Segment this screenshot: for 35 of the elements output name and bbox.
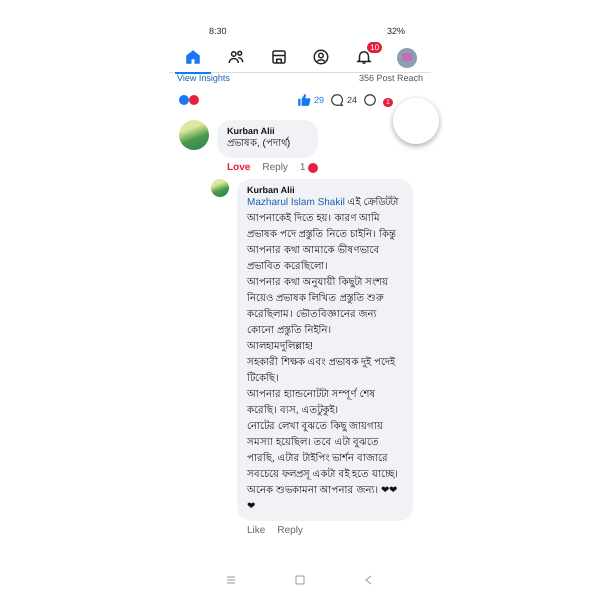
- like-icon[interactable]: [296, 93, 311, 107]
- comment-text: প্রভাষক, (পদার্থ): [227, 136, 292, 151]
- post-reach: 356 Post Reach: [358, 73, 423, 84]
- profile-icon: [312, 48, 330, 66]
- comment-icon[interactable]: [330, 93, 344, 107]
- comment-action[interactable]: Like: [247, 525, 266, 536]
- comment-action[interactable]: Love: [227, 162, 250, 173]
- reactions-icon: [179, 95, 201, 105]
- view-insights-link[interactable]: View Insights: [177, 73, 230, 84]
- friends-icon: [226, 48, 245, 66]
- home-icon: [184, 48, 202, 66]
- comment-author: Kurban Alii: [227, 126, 276, 136]
- comment-text: Mazharul Islam Shakil এই ক্রেডিটটা আপনাকেই দিতে হয়। কারণ আমি প্রভাষক পদে প্রস্তুতি নিতে চাইনি। কিন্তু আপনার কথা আমাকে ভীষণভাবে প্রভাবিত করেছিলো।: [247, 195, 400, 274]
- battery-level: 32%: [386, 26, 405, 38]
- comment-author: Kurban Alii: [247, 185, 296, 195]
- reaction-count: 1: [300, 162, 306, 173]
- comment-count: 24: [346, 95, 357, 105]
- comment-text: আপনার কথা অনুযায়ী কিছুটা সংশয় নিয়েও প্রভাষক লিখিত প্রস্তুতি শুরু করেছিলাম। ভৌতবিজ্ঞানের জন্য কোনো প্রস্তুতি নিইনি।: [247, 275, 390, 338]
- notification-badge: 10: [367, 42, 382, 53]
- avatar: [211, 179, 229, 197]
- comment-action[interactable]: Reply: [262, 162, 288, 173]
- comment-text: নোটের লেখা বুঝতে কিছু জায়গায় সমস্যা হয়েছিল। তবে এটা বুঝতে পারছি, এটার টাইপিং ভার্শন বাজারে সবচেয়ে ফলপ্রসূ একটা বই হতে যাচ্ছে। অনেক শুভকামনা আপনার জন্য। ❤❤❤: [247, 419, 399, 514]
- comment-text: সহকারী শিক্ষক এবং প্রভাষক দুই পদেই টিকেছি।: [247, 355, 396, 386]
- comment-action[interactable]: Reply: [277, 525, 303, 536]
- like-count: 29: [314, 95, 324, 105]
- store-icon: [270, 48, 288, 66]
- home-button-icon[interactable]: [294, 574, 306, 586]
- mention-link[interactable]: Mazharul Islam Shakil: [247, 197, 345, 208]
- status-time: 8:30: [209, 26, 227, 38]
- comment-text: আপনার হ্যান্ডনোটটা সম্পূর্ণ শেষ করেছি। ব্যস, এতটুকুই।: [247, 387, 376, 418]
- love-icon: [308, 162, 318, 172]
- avatar: [179, 120, 209, 150]
- avatar-icon: [396, 48, 417, 68]
- comment-text: আলহামদুলিল্লাহ!: [247, 339, 314, 354]
- menu-icon[interactable]: [225, 574, 237, 586]
